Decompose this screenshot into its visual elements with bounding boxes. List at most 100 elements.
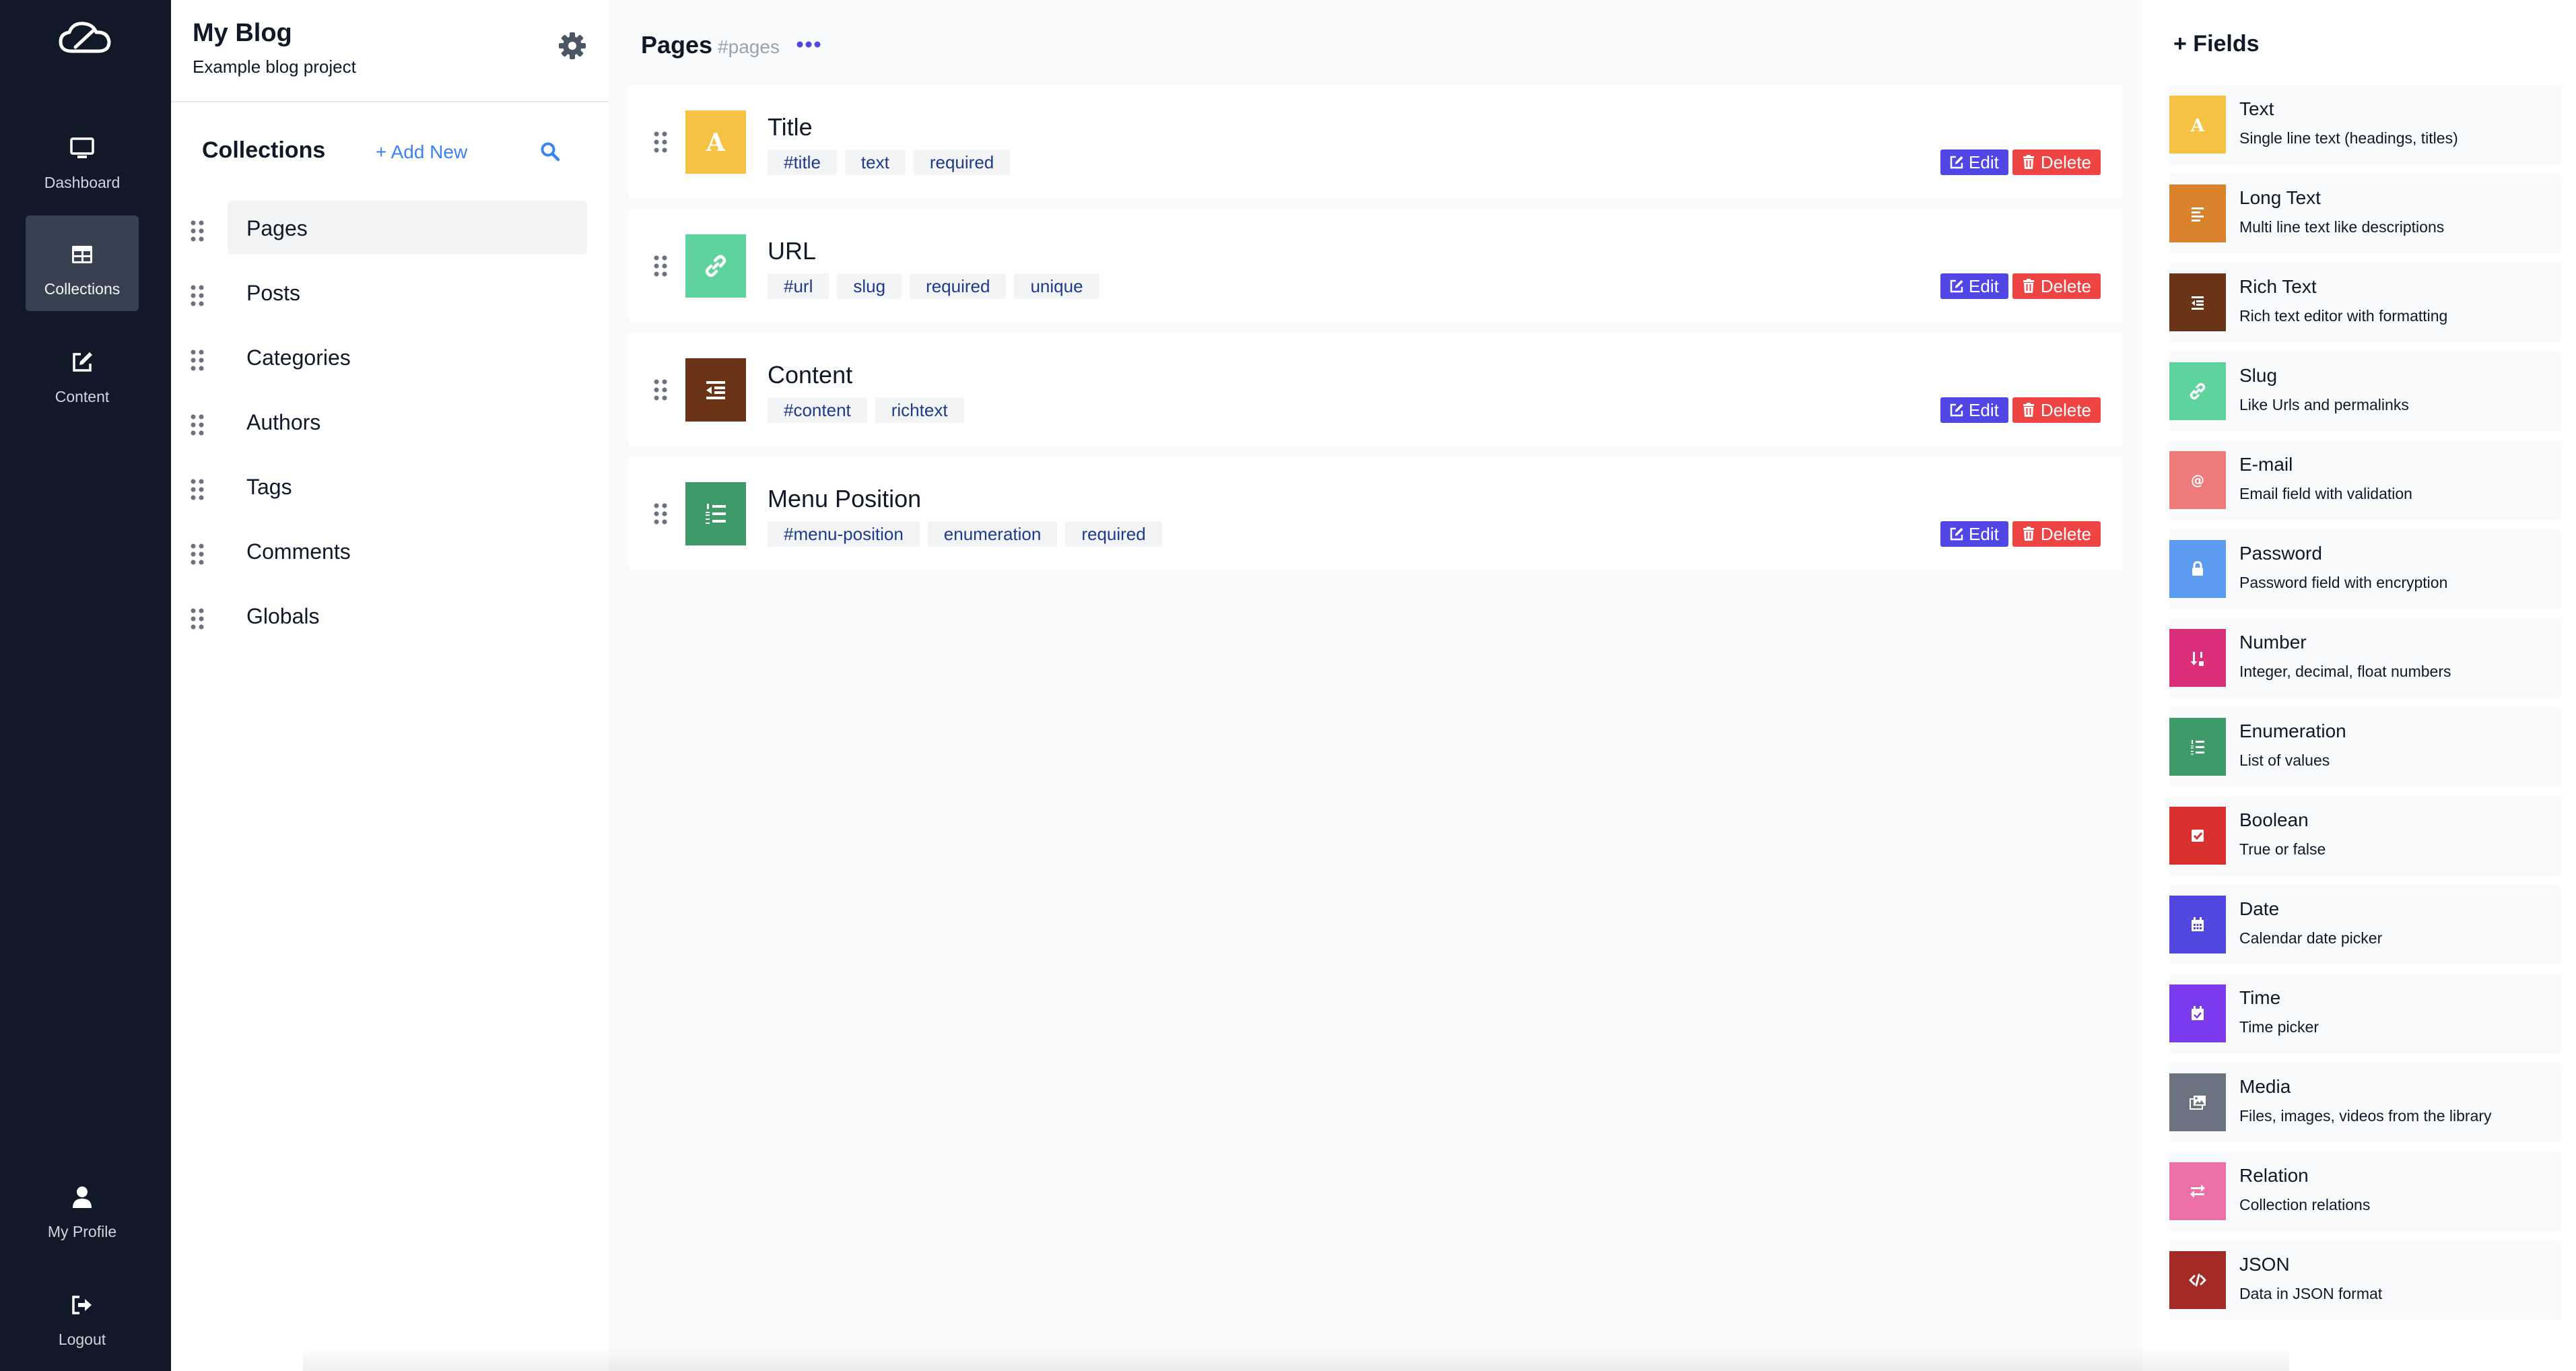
edit-field-button[interactable]: Edit (1940, 521, 2008, 547)
collection-item[interactable]: Globals (190, 589, 594, 653)
field-type-desc: Password field with encryption (2239, 574, 2448, 591)
nav-dashboard[interactable]: Dashboard (26, 109, 139, 205)
field-type-boolean[interactable]: Boolean True or false (2169, 796, 2561, 875)
project-subtitle: Example blog project (193, 57, 356, 77)
field-type-password[interactable]: Password Password field with encryption (2169, 529, 2561, 609)
field-type-name: Rich Text (2239, 276, 2317, 297)
collection-label: Globals (246, 604, 320, 628)
nav-content[interactable]: Content (26, 323, 139, 419)
edit-field-button[interactable]: Edit (1940, 273, 2008, 299)
sort-numeric-icon (2169, 629, 2226, 687)
field-type-desc: Data in JSON format (2239, 1285, 2383, 1302)
edit-label: Edit (1969, 524, 1999, 544)
field-tag: required (910, 273, 1007, 299)
trash-icon (2023, 403, 2034, 417)
nav-collections-label: Collections (44, 280, 121, 298)
field-tag: enumeration (927, 521, 1058, 547)
drag-handle-icon[interactable] (190, 543, 205, 566)
collection-label: Pages (246, 216, 308, 240)
drag-handle-icon[interactable] (653, 378, 668, 401)
collection-item[interactable]: Comments (190, 524, 594, 589)
drag-handle-icon[interactable] (190, 284, 205, 307)
images-icon (2169, 1073, 2226, 1131)
collection-item[interactable]: Authors (190, 395, 594, 459)
nav-collections[interactable]: Collections (26, 215, 139, 311)
drag-handle-icon[interactable] (653, 255, 668, 277)
field-tag: #url (768, 273, 829, 299)
field-tag: required (913, 149, 1011, 175)
svg-text:@: @ (2191, 472, 2204, 488)
edit-field-button[interactable]: Edit (1940, 397, 2008, 423)
collections-panel: My Blog Example blog project Collections… (171, 0, 609, 1371)
field-type-json[interactable]: JSON Data in JSON format (2169, 1240, 2561, 1320)
gear-icon[interactable] (557, 31, 587, 61)
code-icon (2169, 1251, 2226, 1309)
field-type-desc: Multi line text like descriptions (2239, 218, 2445, 236)
list-ol-icon (2169, 718, 2226, 776)
field-type-name: Date (2239, 898, 2280, 919)
monitor-icon (69, 135, 96, 162)
field-type-time[interactable]: Time Time picker (2169, 974, 2561, 1053)
delete-field-button[interactable]: Delete (2012, 273, 2101, 299)
drag-handle-icon[interactable] (190, 220, 205, 242)
drag-handle-icon[interactable] (190, 478, 205, 501)
drag-handle-icon[interactable] (190, 349, 205, 372)
collections-list: Pages Posts Categories Authors Tags Comm… (190, 201, 594, 653)
project-title: My Blog (193, 19, 292, 47)
letter-a-icon: A (685, 110, 746, 174)
delete-field-button[interactable]: Delete (2012, 149, 2101, 175)
field-type-text[interactable]: A Text Single line text (headings, title… (2169, 85, 2561, 164)
field-actions: Edit Delete (1940, 273, 2101, 299)
drag-handle-icon[interactable] (190, 607, 205, 630)
field-type-rich-text[interactable]: Rich Text Rich text editor with formatti… (2169, 263, 2561, 342)
field-type-name: Long Text (2239, 187, 2321, 208)
edit-label: Edit (1969, 276, 1999, 296)
field-type-name: Relation (2239, 1165, 2309, 1186)
main-nav: Dashboard Collections Content My Profile… (0, 0, 171, 1371)
collection-item[interactable]: Categories (190, 330, 594, 395)
nav-logout[interactable]: Logout (26, 1266, 139, 1362)
delete-field-button[interactable]: Delete (2012, 397, 2101, 423)
collection-item[interactable]: Tags (190, 459, 594, 524)
field-type-email[interactable]: @ E-mail Email field with validation (2169, 440, 2561, 520)
drag-handle-icon[interactable] (653, 131, 668, 154)
field-type-name: E-mail (2239, 454, 2293, 475)
edit-field-button[interactable]: Edit (1940, 149, 2008, 175)
field-tags: #url slug required unique (768, 273, 1099, 299)
field-name: Title (768, 113, 813, 141)
collection-slug: #pages (718, 36, 780, 57)
more-options-icon[interactable] (796, 36, 821, 53)
delete-field-button[interactable]: Delete (2012, 521, 2101, 547)
drag-handle-icon[interactable] (653, 502, 668, 525)
field-tag: richtext (875, 397, 964, 423)
field-name: Menu Position (768, 485, 922, 512)
collection-item[interactable]: Pages (190, 201, 594, 265)
field-type-slug[interactable]: Slug Like Urls and permalinks (2169, 352, 2561, 431)
field-row: Content #content richtext Edit Delete (629, 333, 2122, 446)
user-icon (69, 1184, 96, 1211)
field-type-enumeration[interactable]: Enumeration List of values (2169, 707, 2561, 787)
lock-icon (2169, 540, 2226, 598)
field-type-long-text[interactable]: Long Text Multi line text like descripti… (2169, 174, 2561, 253)
field-actions: Edit Delete (1940, 397, 2101, 423)
field-type-desc: Collection relations (2239, 1196, 2371, 1213)
edit-icon (1950, 403, 1963, 417)
search-icon[interactable] (540, 141, 560, 162)
nav-my-profile[interactable]: My Profile (26, 1158, 139, 1254)
trash-icon (2023, 155, 2034, 169)
field-type-date[interactable]: Date Calendar date picker (2169, 885, 2561, 964)
nav-content-label: Content (55, 388, 110, 405)
edit-label: Edit (1969, 152, 1999, 172)
field-type-media[interactable]: Media Files, images, videos from the lib… (2169, 1063, 2561, 1142)
field-type-number[interactable]: Number Integer, decimal, float numbers (2169, 618, 2561, 698)
field-type-relation[interactable]: Relation Collection relations (2169, 1151, 2561, 1231)
field-type-desc: Time picker (2239, 1018, 2319, 1036)
delete-label: Delete (2040, 152, 2091, 172)
add-new-collection-button[interactable]: + Add New (376, 141, 467, 163)
cloud-logo-icon[interactable] (55, 19, 116, 59)
field-tag: slug (837, 273, 902, 299)
delete-label: Delete (2040, 400, 2091, 420)
drag-handle-icon[interactable] (190, 413, 205, 436)
field-tags: #content richtext (768, 397, 964, 423)
collection-item[interactable]: Posts (190, 265, 594, 330)
